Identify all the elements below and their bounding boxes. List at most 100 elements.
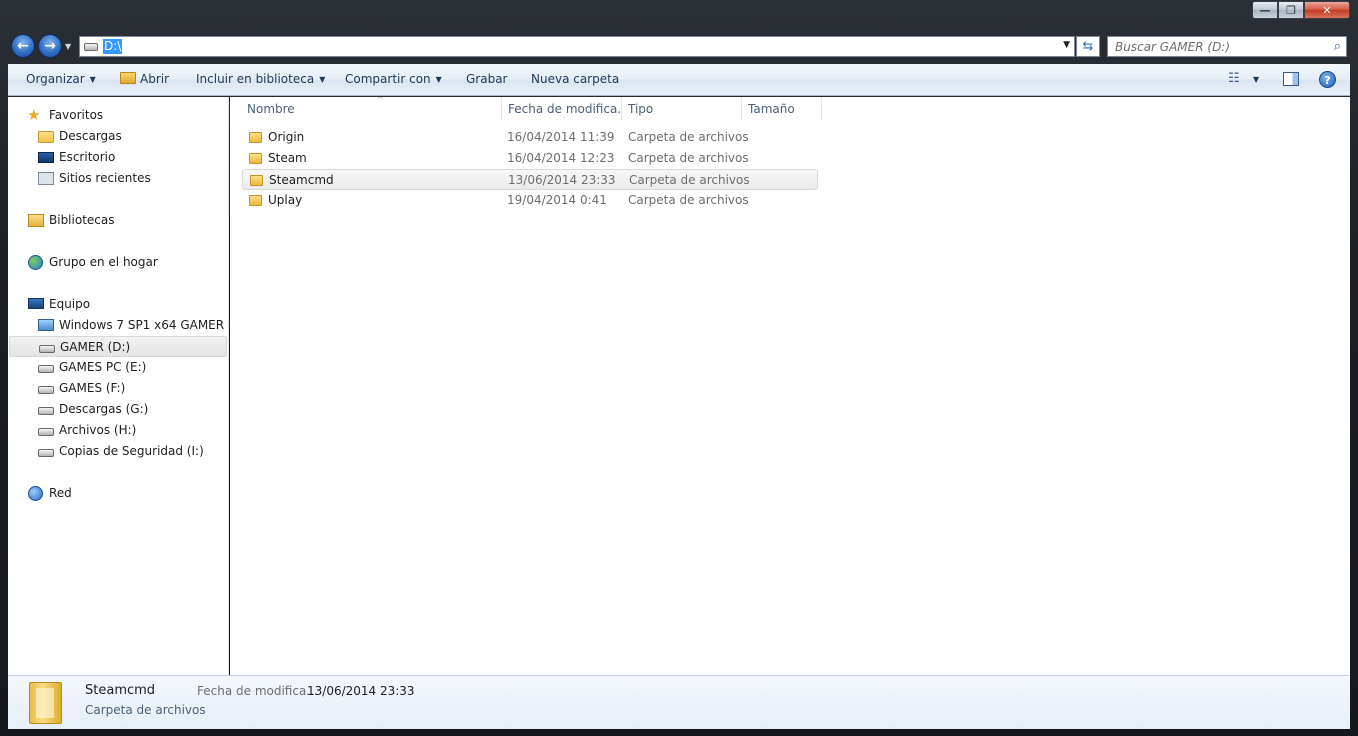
drive-icon — [38, 428, 54, 436]
title-bar[interactable]: — ❐ ✕ — [0, 0, 1358, 30]
folder-open-icon — [120, 72, 136, 84]
homegroup-icon — [28, 255, 43, 270]
new-folder-button[interactable]: Nueva carpeta — [531, 72, 619, 86]
drive-label: GAMES PC (E:) — [59, 360, 147, 374]
share-label: Compartir con — [345, 72, 431, 86]
change-view-icon[interactable]: ☷ — [1228, 71, 1240, 86]
address-bar[interactable]: D:\ ▼ — [79, 36, 1075, 57]
details-type: Carpeta de archivos — [85, 703, 206, 717]
file-row[interactable]: Uplay 19/04/2014 0:41 Carpeta de archivo… — [242, 190, 818, 211]
command-bar: Organizar ▼ Abrir Incluir en biblioteca ▼ … — [8, 64, 1350, 96]
navigation-bar: ← → ▼ D:\ ▼ ⇆ Buscar GAMER (D:) ⌕ — [0, 32, 1358, 62]
nav-homegroup-label: Grupo en el hogar — [49, 255, 158, 269]
organize-label: Organizar — [26, 72, 85, 86]
refresh-button[interactable]: ⇆ — [1076, 36, 1100, 57]
include-library-button[interactable]: Incluir en biblioteca ▼ — [196, 72, 325, 86]
file-row-selected[interactable]: Steamcmd 13/06/2014 23:33 Carpeta de arc… — [242, 169, 818, 190]
explorer-window: — ❐ ✕ ← → ▼ D:\ ▼ ⇆ Buscar GAMER (D:) ⌕ … — [0, 0, 1358, 736]
file-name: Steam — [268, 151, 307, 165]
nav-computer[interactable]: Equipo — [8, 294, 227, 315]
desktop-icon — [38, 152, 54, 163]
minimize-button[interactable]: — — [1252, 1, 1278, 19]
file-type: Carpeta de archivos — [628, 130, 749, 144]
recent-pages-dropdown[interactable]: ▼ — [65, 42, 71, 51]
forward-button[interactable]: → — [38, 34, 62, 58]
computer-icon — [28, 298, 44, 309]
nav-drive-e[interactable]: GAMES PC (E:) — [8, 357, 227, 378]
recent-places-icon — [38, 172, 54, 185]
view-options-dropdown[interactable]: ▼ — [1253, 75, 1259, 84]
file-row[interactable]: Steam 16/04/2014 12:23 Carpeta de archiv… — [242, 148, 818, 169]
arrow-left-icon: ← — [17, 38, 29, 54]
nav-network-label: Red — [49, 486, 72, 500]
caret-down-icon: ▼ — [319, 75, 326, 84]
file-name: Uplay — [268, 193, 303, 207]
details-pane: Steamcmd Carpeta de archivos Fecha de mo… — [8, 675, 1350, 729]
column-header-date[interactable]: Fecha de modifica... — [502, 97, 622, 121]
search-icon[interactable]: ⌕ — [1334, 39, 1341, 54]
libraries-icon — [28, 214, 44, 227]
drive-label: Descargas (G:) — [59, 402, 149, 416]
include-library-label: Incluir en biblioteca — [196, 72, 315, 86]
nav-computer-label: Equipo — [49, 297, 91, 311]
folder-icon — [249, 153, 262, 164]
folder-icon — [249, 195, 262, 206]
nav-drive-d[interactable]: GAMER (D:) — [9, 336, 227, 357]
file-date: 16/04/2014 11:39 — [507, 130, 615, 144]
column-header-size[interactable]: Tamaño — [742, 97, 822, 121]
nav-network[interactable]: Red — [8, 483, 227, 504]
sort-ascending-icon: ^ — [377, 97, 384, 104]
drive-label: Windows 7 SP1 x64 GAMER (C:) — [59, 318, 250, 332]
column-header-type[interactable]: Tipo — [622, 97, 742, 121]
folder-icon — [249, 132, 262, 143]
nav-homegroup[interactable]: Grupo en el hogar — [8, 252, 227, 273]
restore-icon: ❐ — [1286, 3, 1296, 17]
file-row[interactable]: Origin 16/04/2014 11:39 Carpeta de archi… — [242, 127, 818, 148]
organize-button[interactable]: Organizar ▼ — [26, 72, 96, 86]
nav-desktop[interactable]: Escritorio — [8, 147, 227, 168]
nav-favorites[interactable]: ★ Favoritos — [8, 105, 227, 126]
nav-drive-g[interactable]: Descargas (G:) — [8, 399, 227, 420]
preview-pane-icon[interactable] — [1283, 72, 1299, 86]
nav-libraries[interactable]: Bibliotecas — [8, 210, 227, 231]
burn-button[interactable]: Grabar — [466, 72, 508, 86]
file-name: Origin — [268, 130, 305, 144]
chevron-down-icon[interactable]: ▼ — [1063, 40, 1070, 50]
open-button[interactable]: Abrir — [120, 72, 169, 86]
nav-downloads-label: Descargas — [59, 129, 122, 143]
nav-drive-f[interactable]: GAMES (F:) — [8, 378, 227, 399]
drive-icon — [38, 407, 54, 415]
search-input[interactable]: Buscar GAMER (D:) ⌕ — [1107, 36, 1347, 57]
nav-downloads[interactable]: Descargas — [8, 126, 227, 147]
network-icon — [28, 486, 43, 501]
arrow-right-icon: → — [44, 38, 56, 54]
nav-recent-places[interactable]: Sitios recientes — [8, 168, 227, 189]
address-input[interactable]: D:\ — [103, 39, 123, 54]
drive-icon — [84, 43, 98, 51]
help-button[interactable]: ? — [1319, 71, 1336, 88]
details-name: Steamcmd — [85, 683, 156, 698]
column-header-name[interactable]: ^ Nombre — [241, 97, 502, 121]
share-button[interactable]: Compartir con ▼ — [345, 72, 442, 86]
nav-drive-i[interactable]: Copias de Seguridad (I:) — [8, 441, 227, 462]
drive-icon — [39, 345, 55, 353]
maximize-button[interactable]: ❐ — [1278, 1, 1304, 19]
nav-favorites-label: Favoritos — [49, 108, 104, 122]
details-date-label: Fecha de modifica... — [197, 684, 318, 698]
details-date-value: 13/06/2014 23:33 — [307, 684, 415, 698]
drive-icon — [38, 386, 54, 394]
search-placeholder: Buscar GAMER (D:) — [1115, 40, 1231, 54]
caret-down-icon: ▼ — [89, 75, 96, 84]
drive-label: Copias de Seguridad (I:) — [59, 444, 204, 458]
close-button[interactable]: ✕ — [1304, 1, 1350, 19]
open-label: Abrir — [140, 72, 170, 86]
system-drive-icon — [38, 319, 54, 331]
navigation-pane: ★ Favoritos Descargas Escritorio Sitios … — [8, 97, 250, 675]
file-date: 16/04/2014 12:23 — [507, 151, 615, 165]
nav-drive-h[interactable]: Archivos (H:) — [8, 420, 227, 441]
file-type: Carpeta de archivos — [628, 193, 749, 207]
downloads-folder-icon — [38, 131, 54, 143]
nav-drive-c[interactable]: Windows 7 SP1 x64 GAMER (C:) — [8, 315, 250, 336]
back-button[interactable]: ← — [11, 34, 35, 58]
file-date: 13/06/2014 23:33 — [508, 173, 616, 187]
